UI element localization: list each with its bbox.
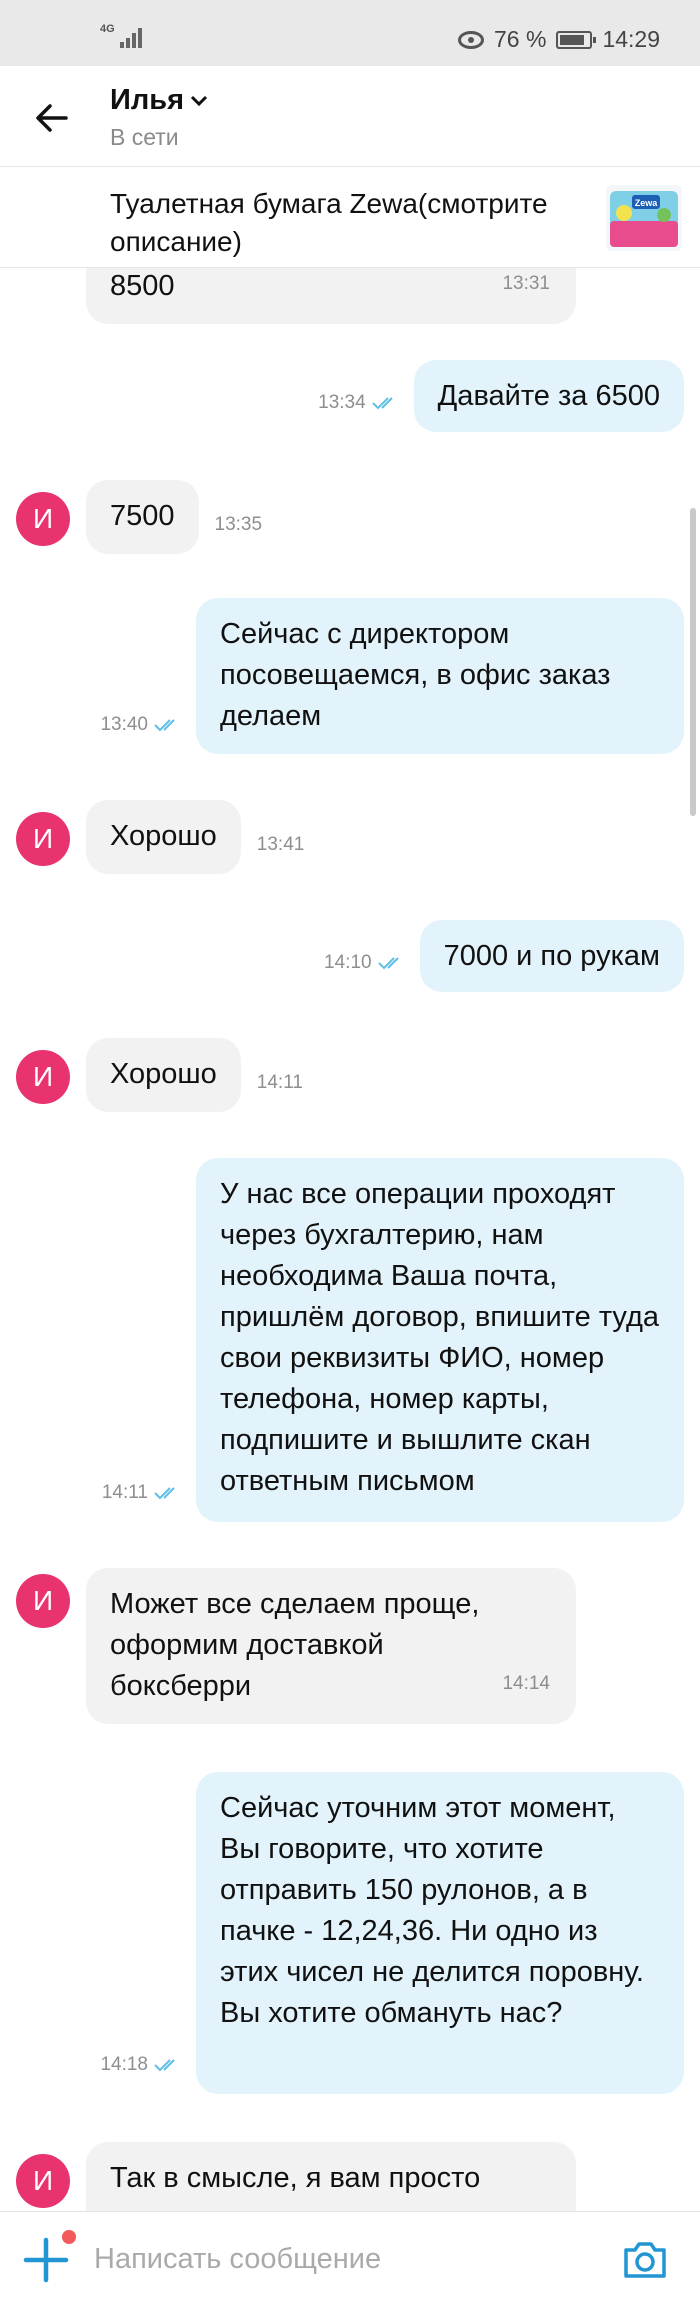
double-check-icon (377, 957, 399, 970)
message-bubble: Хорошо (86, 800, 241, 874)
message-bubble: Хорошо (86, 1038, 241, 1112)
message-outgoing[interactable]: 13:40 Сейчас с директором посовещаемся, … (100, 598, 684, 754)
signal-icon (120, 26, 142, 48)
contact-status: В сети (110, 124, 179, 150)
message-outgoing[interactable]: 13:34 Давайте за 6500 (318, 360, 684, 432)
message-text: Так в смысле, я вам просто (110, 2162, 481, 2194)
message-text: Может все сделаем проще, оформим доставк… (110, 1588, 480, 1702)
message-text: 8500 (110, 270, 175, 302)
avatar[interactable]: И (16, 2154, 70, 2208)
status-bar: 4G 76 % 14:29 (0, 0, 700, 66)
message-time: 14:11 (102, 1482, 180, 1522)
message-text: Хорошо (110, 820, 217, 852)
chat-header: Илья В сети (0, 66, 700, 166)
message-time: 13:31 (502, 273, 550, 294)
message-time: 14:11 (256, 1072, 303, 1093)
avatar[interactable]: И (16, 492, 70, 546)
message-incoming[interactable]: 8500 13:31 (86, 268, 576, 324)
message-text: Давайте за 6500 (437, 380, 660, 412)
chevron-down-icon (190, 95, 208, 106)
message-list[interactable]: 8500 13:31 13:34 Давайте за 6500 И 7500 … (0, 268, 700, 2211)
message-incoming[interactable]: Хорошо 13:41 (86, 800, 304, 874)
contact-name-dropdown[interactable]: Илья (110, 84, 208, 117)
message-incoming[interactable]: Хорошо 14:11 (86, 1038, 303, 1112)
battery-icon (556, 30, 597, 49)
product-thumbnail: Zewa (606, 185, 682, 251)
message-time: 14:14 (502, 1673, 550, 1694)
clock: 14:29 (602, 26, 660, 52)
message-text: Сейчас уточним этот момент, Вы говорите,… (220, 1792, 644, 2029)
message-text: У нас все операции проходят через бухгал… (220, 1178, 660, 1497)
message-text: Хорошо (110, 1058, 217, 1090)
message-time: 14:18 (100, 2054, 180, 2094)
plus-icon[interactable] (22, 2236, 70, 2284)
message-outgoing[interactable]: 14:18 Сейчас уточним этот момент, Вы гов… (100, 1772, 684, 2094)
message-time: 13:34 (318, 392, 398, 432)
brand-logo-text: Zewa (635, 198, 659, 208)
message-bubble: У нас все операции проходят через бухгал… (196, 1158, 684, 1522)
double-check-icon (371, 397, 393, 410)
eye-icon (458, 30, 484, 49)
network-type: 4G (100, 23, 115, 35)
message-incoming[interactable]: 7500 13:35 (86, 480, 262, 554)
back-arrow-icon[interactable] (30, 96, 74, 140)
message-time: 13:40 (100, 714, 180, 754)
avatar[interactable]: И (16, 1574, 70, 1628)
product-banner[interactable]: Туалетная бумага Zewa(смотрите описание)… (0, 166, 700, 268)
avatar[interactable]: И (16, 1050, 70, 1104)
message-bubble: 7500 (86, 480, 199, 554)
message-time: 13:35 (214, 514, 263, 535)
double-check-icon (154, 2059, 175, 2072)
message-outgoing[interactable]: 14:11 У нас все операции проходят через … (102, 1158, 684, 1522)
message-text: Сейчас с директором посовещаемся, в офис… (220, 618, 611, 732)
message-incoming[interactable]: Может все сделаем проще, оформим доставк… (86, 1568, 576, 1724)
message-input[interactable] (94, 2234, 594, 2284)
message-composer (0, 2211, 700, 2304)
notification-dot (62, 2230, 76, 2244)
message-outgoing[interactable]: 14:10 7000 и по рукам (324, 920, 684, 992)
message-bubble: Сейчас с директором посовещаемся, в офис… (196, 598, 684, 754)
message-incoming[interactable]: Так в смысле, я вам просто (86, 2142, 576, 2211)
avatar[interactable]: И (16, 812, 70, 866)
product-title: Туалетная бумага Zewa(смотрите описание) (110, 188, 548, 257)
battery-percent: 76 % (494, 26, 547, 52)
message-text: 7000 и по рукам (443, 940, 660, 972)
scrollbar[interactable] (690, 508, 696, 816)
message-text: 7500 (110, 500, 175, 532)
message-time: 14:10 (324, 952, 404, 992)
message-time: 13:41 (256, 834, 305, 855)
camera-icon[interactable] (620, 2234, 670, 2284)
message-bubble: Может все сделаем проще, оформим доставк… (86, 1568, 576, 1724)
double-check-icon (154, 719, 175, 732)
message-bubble: Давайте за 6500 (413, 360, 684, 432)
double-check-icon (154, 1487, 175, 1500)
message-bubble: 7000 и по рукам (419, 920, 684, 992)
message-bubble: Сейчас уточним этот момент, Вы говорите,… (196, 1772, 684, 2094)
message-bubble: Так в смысле, я вам просто (86, 2142, 576, 2211)
contact-name: Илья (110, 84, 185, 116)
